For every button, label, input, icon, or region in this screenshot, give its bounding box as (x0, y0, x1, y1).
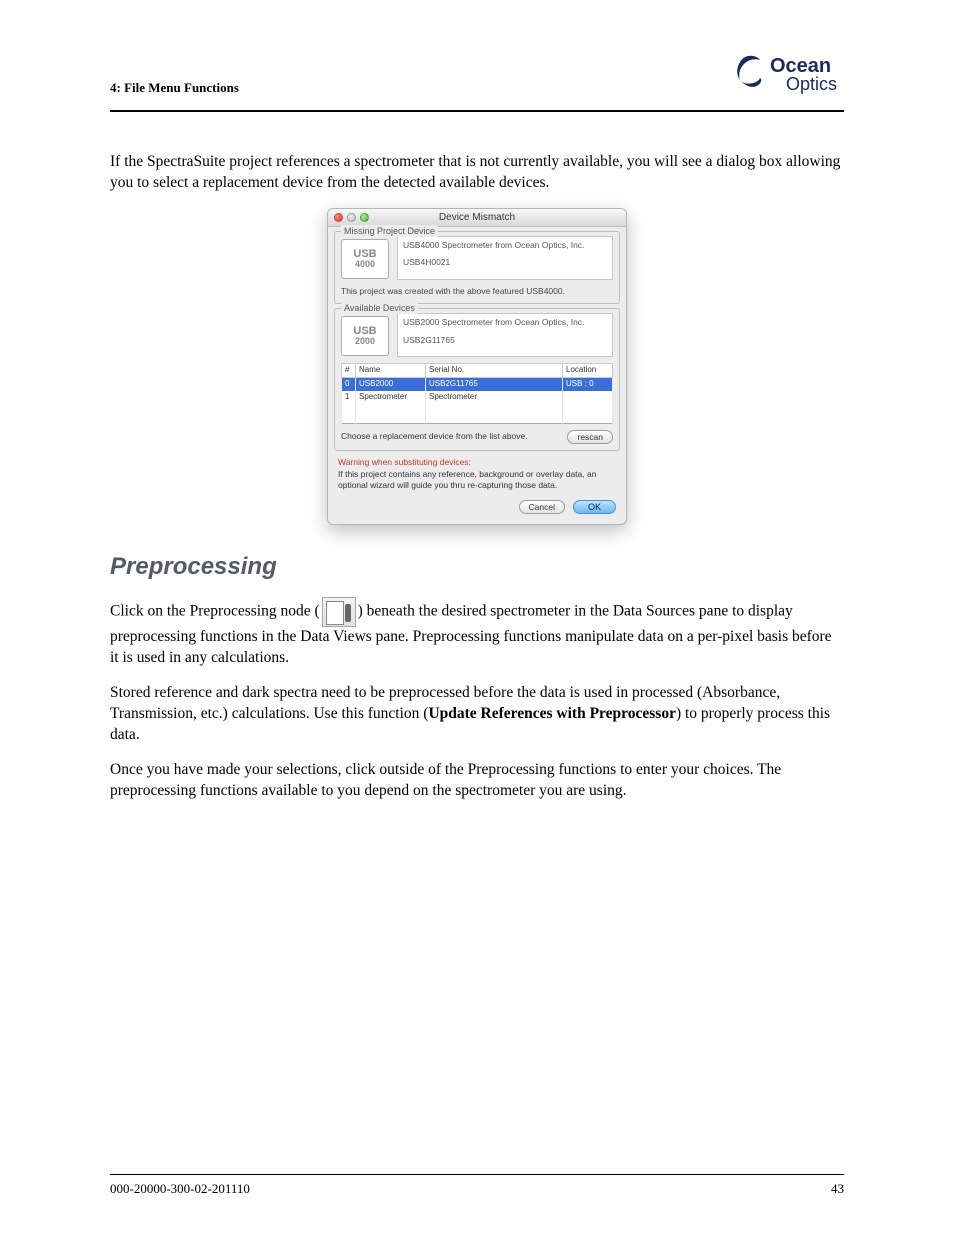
preprocessing-heading: Preprocessing (110, 551, 844, 583)
usb2000-icon: USB 2000 (341, 316, 389, 356)
rescan-button[interactable]: rescan (567, 430, 613, 444)
usb4000-icon: USB 4000 (341, 239, 389, 279)
footer-page-number: 43 (831, 1181, 844, 1197)
breadcrumb: 4: File Menu Functions (110, 80, 239, 96)
missing-device-note: This project was created with the above … (341, 286, 613, 297)
footer-docnum: 000-20000-300-02-201110 (110, 1181, 250, 1197)
intro-paragraph: If the SpectraSuite project references a… (110, 152, 844, 194)
preprocessing-p2: Stored reference and dark spectra need t… (110, 683, 844, 746)
warning-body: If this project contains any reference, … (338, 469, 596, 490)
page-header: 4: File Menu Functions Ocean Optics (110, 50, 844, 110)
choose-replacement-label: Choose a replacement device from the lis… (341, 431, 528, 442)
dialog-title: Device Mismatch (328, 211, 626, 225)
device-mismatch-dialog: Device Mismatch Missing Project Device U… (327, 208, 627, 525)
warning-title: Warning when substituting devices: (338, 457, 471, 467)
page-footer: 000-20000-300-02-201110 43 (110, 1181, 844, 1197)
warning-block: Warning when substituting devices: If th… (328, 453, 626, 493)
header-divider (110, 110, 844, 112)
ocean-optics-logo: Ocean Optics (734, 50, 844, 96)
preprocessing-node-icon (322, 597, 356, 627)
available-devices-group: Available Devices USB 2000 USB2000 Spect… (334, 308, 620, 451)
preprocessing-p3: Once you have made your selections, clic… (110, 760, 844, 802)
table-row[interactable]: 1 Spectrometer Spectrometer (342, 391, 613, 404)
ok-button[interactable]: OK (573, 500, 616, 514)
preprocessing-p1: Click on the Preprocessing node () benea… (110, 597, 844, 669)
available-device-info: USB2000 Spectrometer from Ocean Optics, … (397, 313, 613, 357)
table-header-row: # Name Serial No. Location (342, 364, 613, 378)
available-devices-table[interactable]: # Name Serial No. Location 0 USB2000 USB… (341, 363, 613, 424)
table-row[interactable]: 0 USB2000 USB2G11765 USB : 0 (342, 378, 613, 391)
logo-text-bottom: Optics (786, 74, 837, 94)
missing-device-group: Missing Project Device USB 4000 USB4000 … (334, 231, 620, 304)
available-devices-legend: Available Devices (341, 302, 418, 314)
missing-device-info: USB4000 Spectrometer from Ocean Optics, … (397, 236, 613, 280)
footer-divider (110, 1174, 844, 1175)
dialog-figure: Device Mismatch Missing Project Device U… (110, 208, 844, 525)
main-content: If the SpectraSuite project references a… (110, 152, 844, 801)
cancel-button[interactable]: Cancel (519, 500, 565, 514)
missing-device-legend: Missing Project Device (341, 225, 438, 237)
